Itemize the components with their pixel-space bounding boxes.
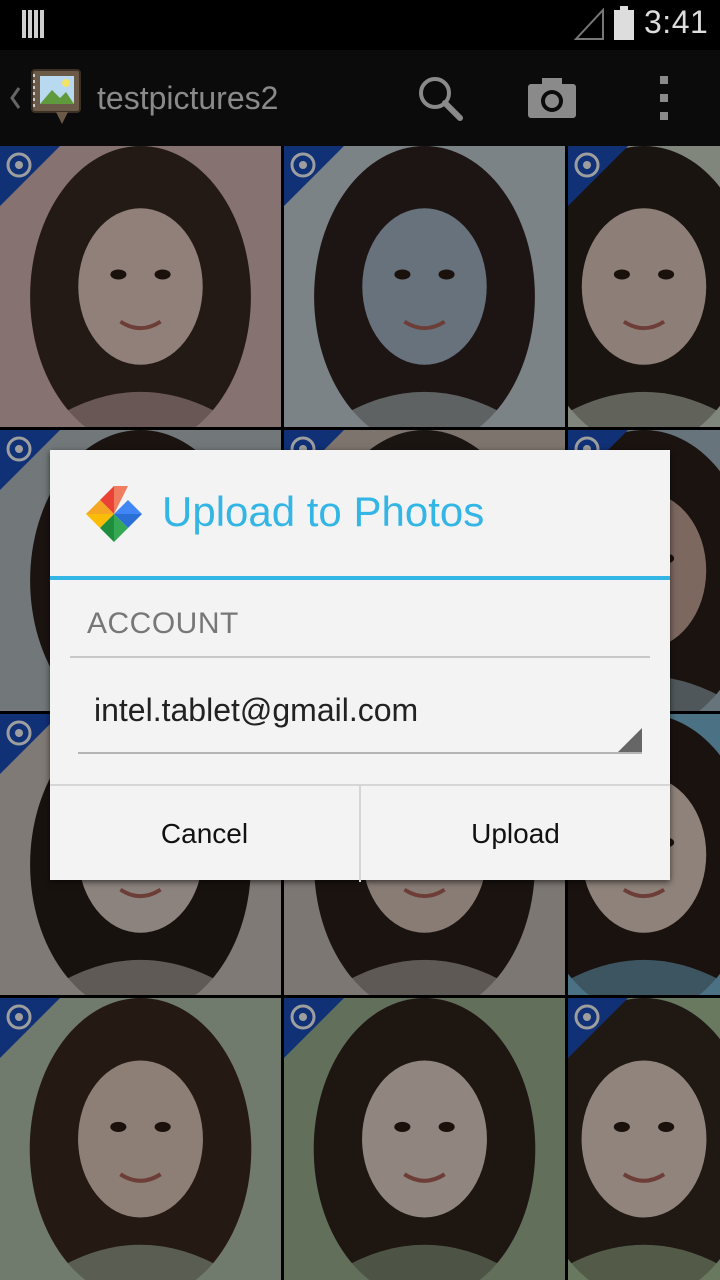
overflow-menu-icon[interactable] (638, 72, 690, 124)
notification-icon (22, 10, 50, 38)
google-photos-pinwheel-icon (86, 486, 142, 542)
cancel-button[interactable]: Cancel (50, 786, 359, 882)
action-bar: testpictures2 (0, 50, 720, 146)
signal-icon (574, 8, 604, 40)
album-icon[interactable] (26, 66, 86, 128)
up-caret-icon[interactable] (8, 84, 22, 112)
page-title: testpictures2 (97, 80, 279, 116)
account-section-label: ACCOUNT (87, 607, 239, 640)
search-icon[interactable] (414, 72, 466, 124)
upload-dialog: Upload to Photos ACCOUNT intel.tablet@gm… (50, 450, 670, 882)
account-spinner[interactable]: intel.tablet@gmail.com (78, 678, 642, 754)
status-clock: 3:41 (644, 4, 709, 40)
upload-button[interactable]: Upload (361, 786, 670, 882)
account-value: intel.tablet@gmail.com (94, 692, 419, 728)
battery-icon (614, 6, 634, 40)
spinner-underline (78, 752, 642, 754)
status-bar: 3:41 (0, 0, 720, 50)
dialog-button-bar: Cancel Upload (50, 784, 670, 882)
dropdown-triangle-icon (618, 728, 642, 752)
dialog-title: Upload to Photos (162, 488, 485, 535)
title-divider (50, 576, 670, 580)
camera-icon[interactable] (526, 72, 578, 124)
section-divider (70, 656, 650, 658)
